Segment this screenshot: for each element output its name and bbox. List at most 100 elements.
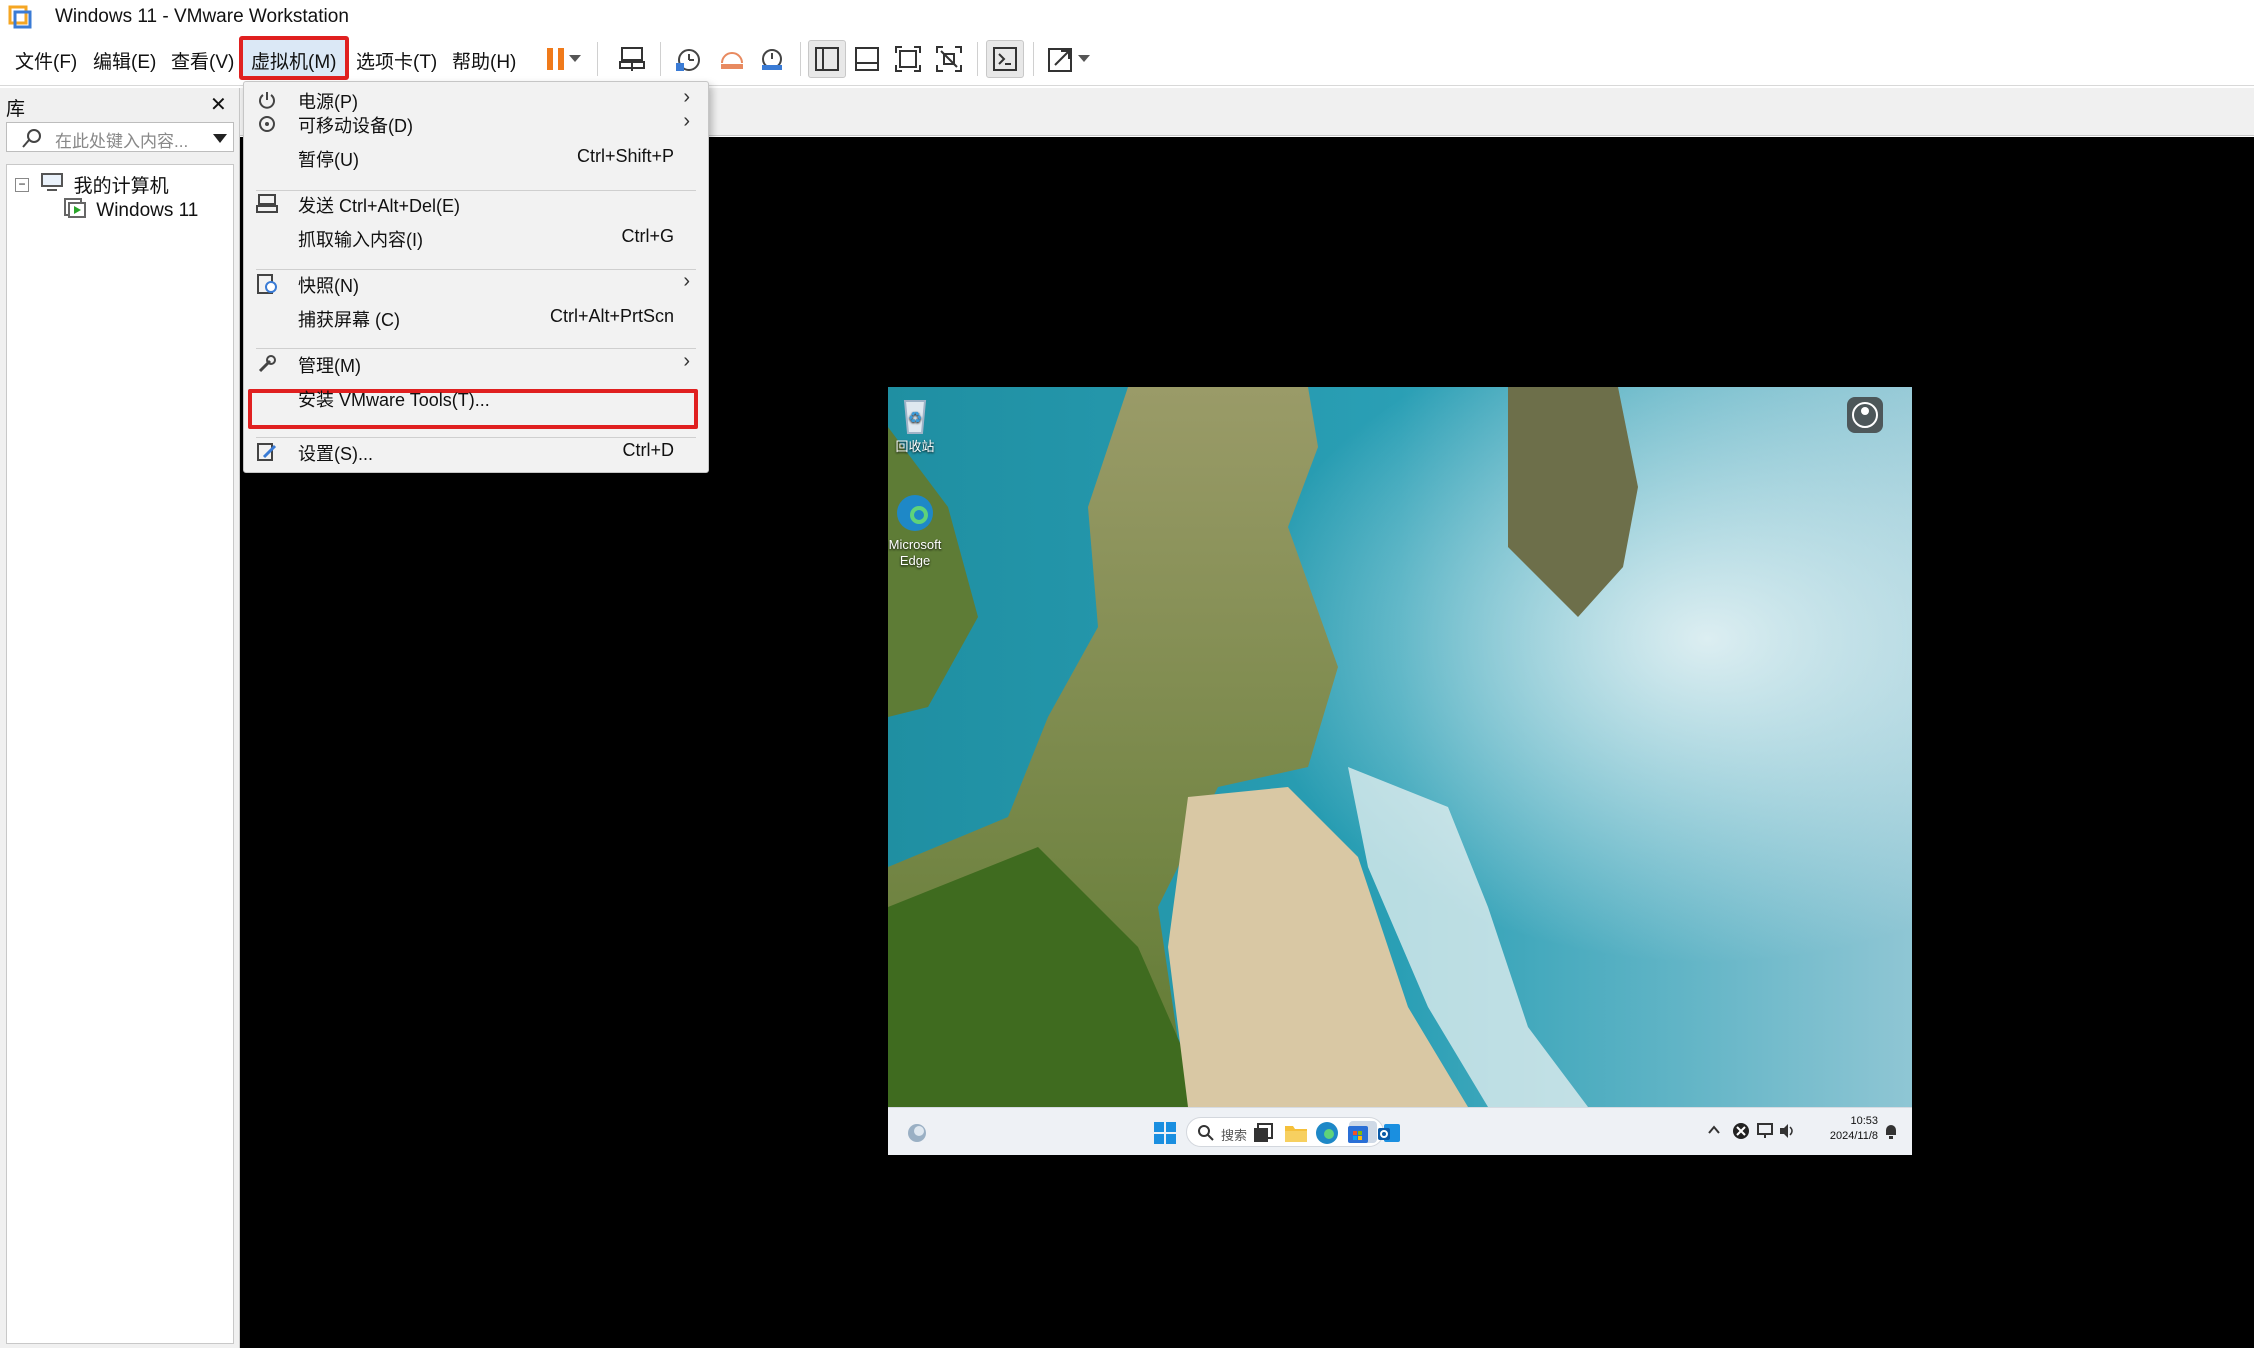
submenu-arrow-icon: › (683, 110, 690, 132)
edge-icon (893, 491, 937, 535)
toolbar-separator (800, 42, 801, 76)
menu-item-send-ctrl-alt-del[interactable]: 发送 Ctrl+Alt+Del(E) (244, 186, 708, 220)
title-bar: Windows 11 - VMware Workstation (0, 0, 2254, 34)
desktop-icon-label: Microsoft Edge (888, 537, 942, 568)
wrench-icon (256, 353, 278, 375)
snapshot-revert-icon[interactable] (712, 40, 750, 78)
send-ctrl-alt-del-icon[interactable] (613, 40, 651, 78)
menu-item-manage[interactable]: 管理(M) › (244, 346, 708, 380)
notification-bell-icon[interactable] (1883, 1122, 1909, 1148)
menu-tabs[interactable]: 选项卡(T) (356, 47, 437, 74)
menu-item-label: 设置(S)... (298, 444, 373, 464)
outlook-icon[interactable] (1376, 1120, 1402, 1146)
menu-item-capture-screen[interactable]: 捕获屏幕 (C) Ctrl+Alt+PrtScn (244, 300, 708, 334)
library-tree: − 我的计算机 Windows 11 (6, 164, 234, 1344)
toolbar-separator (977, 42, 978, 76)
removable-devices-icon (256, 113, 278, 135)
menu-item-label: 捕获屏幕 (C) (298, 310, 400, 330)
chevron-down-icon[interactable] (213, 134, 227, 143)
toolbar-separator (1033, 42, 1034, 76)
menu-vm[interactable]: 虚拟机(M) (251, 47, 336, 74)
vmware-workstation-icon (8, 5, 32, 29)
toolbar-separator (597, 42, 598, 76)
search-placeholder: 在此处键入内容... (55, 132, 189, 151)
snapshot-take-icon[interactable] (669, 40, 707, 78)
edge-icon[interactable] (1314, 1120, 1340, 1146)
tree-item-windows-11[interactable]: Windows 11 (63, 197, 198, 225)
stretch-dropdown-icon[interactable] (1075, 40, 1093, 78)
tree-label: 我的计算机 (73, 176, 169, 197)
learn-about-picture[interactable] (1825, 393, 1905, 439)
tree-item-my-computer[interactable]: − 我的计算机 (15, 171, 169, 198)
menu-item-shortcut: Ctrl+G (621, 226, 674, 246)
library-panel: 库 ✕ 在此处键入内容... − 我的计算机 Windows 11 (0, 88, 240, 1348)
menu-item-label: 管理(M) (298, 356, 361, 376)
menu-item-removable-devices[interactable]: 可移动设备(D) › (244, 106, 708, 140)
start-icon[interactable] (1152, 1120, 1178, 1146)
toolbar-separator (660, 42, 661, 76)
menu-item-label: 抓取输入内容(I) (298, 230, 423, 250)
menu-item-grab-input[interactable]: 抓取输入内容(I) Ctrl+G (244, 220, 708, 254)
desktop-icon-label: 回收站 (895, 439, 935, 454)
settings-icon (256, 441, 278, 463)
taskbar-clock[interactable]: 10:53 2024/11/8 (1808, 1114, 1878, 1144)
taskbar-search-label: 搜索 (1221, 1128, 1248, 1143)
menu-item-shortcut: Ctrl+D (622, 440, 674, 460)
menu-item-shortcut: Ctrl+Alt+PrtScn (549, 306, 674, 326)
close-icon[interactable]: ✕ (210, 92, 227, 117)
clock-date: 2024/11/8 (1829, 1130, 1878, 1142)
console-view-icon[interactable] (986, 40, 1024, 78)
window-title: Windows 11 - VMware Workstation (55, 6, 349, 27)
menu-item-label: 快照(N) (298, 276, 359, 296)
menu-file[interactable]: 文件(F) (15, 47, 77, 74)
fullscreen-icon[interactable] (889, 40, 927, 78)
svg-text:♻: ♻ (908, 408, 922, 427)
submenu-arrow-icon: › (683, 270, 690, 292)
desktop-wallpaper (888, 387, 1912, 1107)
my-computer-icon (40, 172, 64, 198)
guest-taskbar: 搜索 10:53 2024/11/8 (888, 1107, 1912, 1155)
unity-icon[interactable] (930, 40, 968, 78)
tree-label: Windows 11 (96, 200, 199, 221)
menu-item-shortcut: Ctrl+Shift+P (576, 146, 674, 166)
menu-item-label: 发送 Ctrl+Alt+Del(E) (298, 196, 461, 216)
vm-running-icon (63, 197, 87, 225)
widgets-icon[interactable] (904, 1120, 930, 1146)
menu-view[interactable]: 查看(V) (171, 47, 234, 74)
menu-bar: 文件(F) 编辑(E) 查看(V) 虚拟机(M) 选项卡(T) 帮助(H) (0, 34, 2254, 86)
status-x-icon[interactable] (1732, 1122, 1758, 1148)
menu-item-label: 可移动设备(D) (298, 116, 413, 136)
menu-item-label: 暂停(U) (298, 150, 359, 170)
library-search-input[interactable]: 在此处键入内容... (6, 122, 234, 152)
library-title: 库 (6, 99, 26, 120)
desktop-icon-edge[interactable]: Microsoft Edge (888, 491, 955, 569)
submenu-arrow-icon: › (683, 350, 690, 372)
show-library-icon[interactable] (808, 40, 846, 78)
snapshot-icon (256, 273, 278, 295)
vm-dropdown-menu: 电源(P) › 可移动设备(D) › 暂停(U) Ctrl+Shift+P 发送… (243, 81, 709, 473)
menu-item-label: 安装 VMware Tools(T)... (298, 390, 490, 410)
search-icon (1197, 1124, 1215, 1147)
snapshot-manager-icon[interactable] (753, 40, 791, 78)
menu-edit[interactable]: 编辑(E) (93, 47, 156, 74)
chevron-up-icon[interactable] (1706, 1122, 1732, 1148)
send-keys-icon (256, 193, 278, 215)
clock-time: 10:53 (1850, 1115, 1878, 1127)
show-thumbnail-bar-icon[interactable] (848, 40, 886, 78)
search-icon (21, 127, 43, 154)
menu-item-install-vmware-tools[interactable]: 安装 VMware Tools(T)... (244, 380, 708, 414)
pause-dropdown-icon[interactable] (566, 40, 584, 78)
menu-item-pause[interactable]: 暂停(U) Ctrl+Shift+P (244, 140, 708, 174)
menu-item-snapshot[interactable]: 快照(N) › (244, 266, 708, 300)
recycle-bin-icon: ♻ (893, 393, 937, 437)
guest-desktop[interactable]: ♻ 回收站 Microsoft Edge 搜索 10:53 2024/11/8 (888, 387, 1912, 1155)
store-icon[interactable] (1345, 1120, 1371, 1146)
learn-about-picture-icon (1843, 393, 1887, 437)
volume-icon[interactable] (1778, 1122, 1804, 1148)
collapse-minus-icon[interactable]: − (15, 177, 29, 192)
desktop-icon-recycle-bin[interactable]: ♻ 回收站 (888, 393, 955, 455)
menu-item-settings[interactable]: 设置(S)... Ctrl+D (244, 434, 708, 468)
file-explorer-icon[interactable] (1283, 1120, 1309, 1146)
menu-help[interactable]: 帮助(H) (452, 47, 516, 74)
task-view-icon[interactable] (1250, 1120, 1276, 1146)
